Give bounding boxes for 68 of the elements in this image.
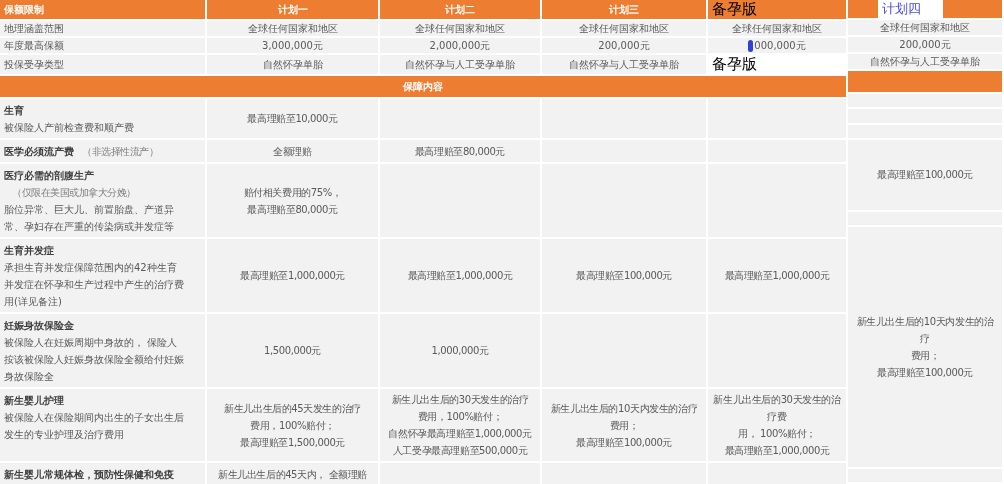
cell-text: 最高理赔至100,000元 (574, 269, 674, 283)
column-header: 计划一 (207, 0, 378, 19)
row-note: （仅限在美国或加拿大分娩） (12, 187, 136, 198)
row-title: 医疗必需的剖腹生产 (4, 170, 94, 181)
row-description: 胎位异常、巨大儿、前置胎盘、产道异常、孕妇存在严重的传染病或并发症等 (4, 203, 175, 234)
cell-text: 最高理赔至100,000元 (875, 168, 975, 183)
table-cell: 200,000元 (542, 38, 706, 53)
cell-text: 000,000元 (754, 39, 806, 51)
row-description: 被保险人在妊娠周期中身故的， 保险人按该被保险人妊娠身故保险全额给付妊娠身故保险全 (4, 336, 185, 384)
cell-text: 新生儿出生后的30天发生的治疗 (390, 393, 530, 407)
redaction-mark (748, 39, 754, 52)
row-description: 承担生育并发症保障范围内的42种生育并发症在怀孕和生产过程中产生的治疗费用(详见备注) (4, 261, 185, 309)
table-cell: 3,000,000元 (207, 38, 378, 53)
table-cell: 全球任何国家和地区 (848, 20, 1002, 35)
row-label: 投保受孕类型 (0, 55, 205, 74)
section-header: 保障内容 (0, 76, 846, 97)
table-cell: 全球任何国家和地区 (542, 21, 706, 36)
cell-text: 最高理赔至100,000元 (875, 365, 975, 380)
cell-text: 最高理赔至1,000,000元 (723, 444, 831, 458)
row-note: （非选择性流产） (82, 146, 158, 157)
cell-text: 用， 100%赔付； (737, 427, 817, 441)
cell-text: 新生儿出生后的30天发生的治疗费 (712, 393, 842, 424)
table-cell: 2,000,000元 (380, 38, 540, 53)
table-cell: 全球任何国家和地区 (380, 21, 540, 36)
cell-text: 最高理赔至1,000,000元 (239, 269, 346, 283)
row-title: 妊娠身故保险金 (4, 320, 74, 331)
cell-text: 新生儿出生后的10天内发生的治疗 (549, 401, 699, 416)
cell-text: 费用，100%赔付； (416, 410, 504, 424)
row-title: 医学必须流产费 (4, 146, 74, 157)
cell-text: 最高理赔至80,000元 (246, 202, 339, 217)
table-cell: 自然怀孕与人工受孕单胎 (848, 54, 1002, 69)
column-header: 计划三 (542, 0, 706, 19)
column-header: 保额限制 (0, 0, 205, 19)
cell-text: 最高理赔至1,000,000元 (406, 269, 514, 283)
plan-label: 计划四 (877, 0, 943, 18)
table-cell: 全球任何国家和地区 (207, 21, 378, 36)
cell-text: 赔付相关费用的75%， (242, 185, 343, 200)
cell-text: 自然怀孕最高理赔至1,000,000元 (387, 427, 533, 441)
cell-text: 最高理赔至1,000,000元 (723, 269, 831, 283)
row-label: 地理涵盖范围 (0, 21, 205, 36)
cell-text: 新生儿出生后的10天内发生的治疗 (855, 314, 995, 346)
table-cell: 自然怀孕与人工受孕单胎 (380, 55, 540, 74)
row-title: 生育 (4, 105, 24, 116)
cell-text: 新生儿出生后的45天内， 全额理赔 (216, 467, 369, 482)
cell-text: 最高理赔至1,500,000元 (239, 435, 346, 450)
row-title: 生育并发症 (4, 245, 54, 256)
table-cell: 自然怀孕单胎 (207, 55, 378, 74)
cell-text: 费用； (909, 348, 941, 363)
cell-text: 1,500,000元 (263, 344, 322, 358)
row-title: 新生婴儿常规体检，预防性保健和免疫 (4, 469, 174, 480)
row-description: 被保险人在保险期间内出生的子女出生后发生的专业护理及治疗费用 (4, 411, 185, 442)
cell-text: 费用，100%赔付； (249, 418, 336, 433)
table-cell: 全球任何国家和地区 (708, 21, 846, 36)
column-header: 备孕版 (708, 0, 846, 19)
cell-text: 费用； (608, 418, 640, 433)
cell-text: 人工受孕最高理赔至500,000元 (391, 444, 529, 458)
cell-text: 全额理赔 (272, 144, 313, 159)
table-cell: 200,000元 (848, 37, 1002, 52)
row-label: 年度最高保额 (0, 38, 205, 53)
row-title: 新生婴儿护理 (4, 395, 64, 406)
row-description: 被保险人产前检查费和顺产费 (4, 121, 135, 135)
table-cell: 自然怀孕与人工受孕单胎 (542, 55, 706, 74)
column-header: 计划二 (380, 0, 540, 19)
cell-text: 最高理赔至80,000元 (413, 144, 507, 159)
cell-text: 最高理赔至100,000元 (574, 435, 674, 450)
cell-text: 新生儿出生后的45天发生的治疗 (223, 401, 362, 416)
cell-text: 1,000,000元 (430, 344, 490, 358)
cell-text: 最高理赔至10,000元 (246, 112, 339, 126)
